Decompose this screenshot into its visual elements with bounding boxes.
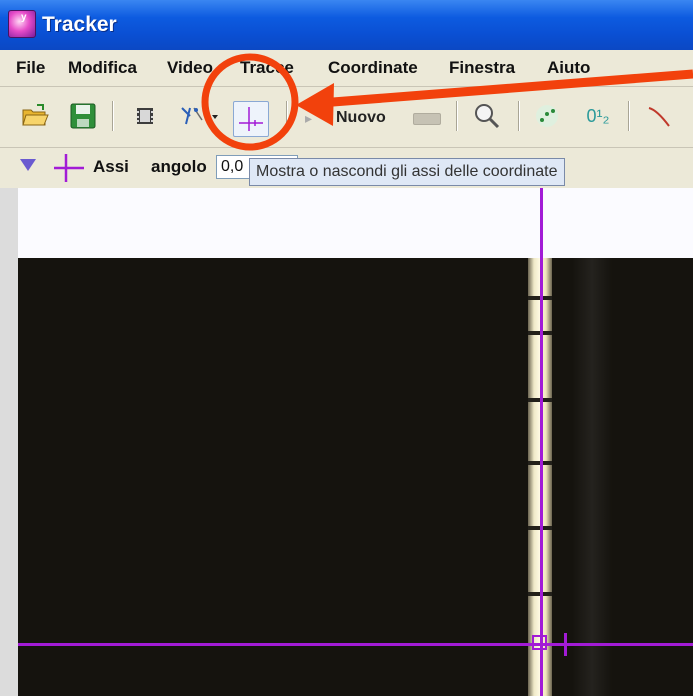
menu-file[interactable]: File [16,58,45,78]
new-track-button[interactable]: Nuovo [336,109,386,127]
window-title: Tracker [42,13,117,36]
menu-modifica[interactable]: Modifica [68,58,137,78]
tracker-app-icon [8,10,36,38]
video-shadow [572,258,612,696]
axes-name-label: Assi [93,157,129,176]
video-clip-icon[interactable] [130,100,160,132]
menu-tracce[interactable]: Tracce [240,58,294,78]
menu-bar: File Modifica Video Tracce Coordinate Fi… [0,50,693,87]
axes-cross-icon [54,154,84,182]
axes-tooltip: Mostra o nascondi gli assi delle coordin… [249,158,565,186]
y-axis-line[interactable] [540,188,543,696]
toolbar-separator [628,101,630,131]
save-icon[interactable] [68,100,98,132]
autotracker-icon[interactable] [532,100,562,132]
menu-finestra[interactable]: Finestra [449,58,515,78]
new-track-arrow-icon: ▸ [305,110,313,126]
axes-origin-handle[interactable] [532,635,547,650]
toolbar-separator [112,101,114,131]
axes-dropdown-icon[interactable] [20,159,36,171]
video-top-margin [18,188,693,258]
x-axis-line[interactable] [18,643,693,646]
zoom-icon[interactable] [472,100,502,132]
step-numbers-icon[interactable]: 0¹₂ [578,100,618,132]
menu-aiuto[interactable]: Aiuto [547,58,590,78]
open-folder-icon[interactable] [20,100,50,132]
line-profile-icon[interactable] [644,100,674,132]
main-toolbar: ▸ Nuovo 0¹₂ [0,87,693,148]
track-control-button[interactable] [413,113,441,125]
step-numbers-label: 0¹₂ [586,105,610,126]
toolbar-separator [518,101,520,131]
axes-icon[interactable] [233,101,269,137]
angle-label: angolo [151,157,207,176]
toolbar-separator [286,101,288,131]
toolbar-separator [456,101,458,131]
calibration-tools-icon[interactable] [176,100,220,132]
menu-video[interactable]: Video [167,58,213,78]
menu-coordinate[interactable]: Coordinate [328,58,418,78]
title-bar: Tracker [0,0,693,50]
x-axis-tick [564,633,567,656]
